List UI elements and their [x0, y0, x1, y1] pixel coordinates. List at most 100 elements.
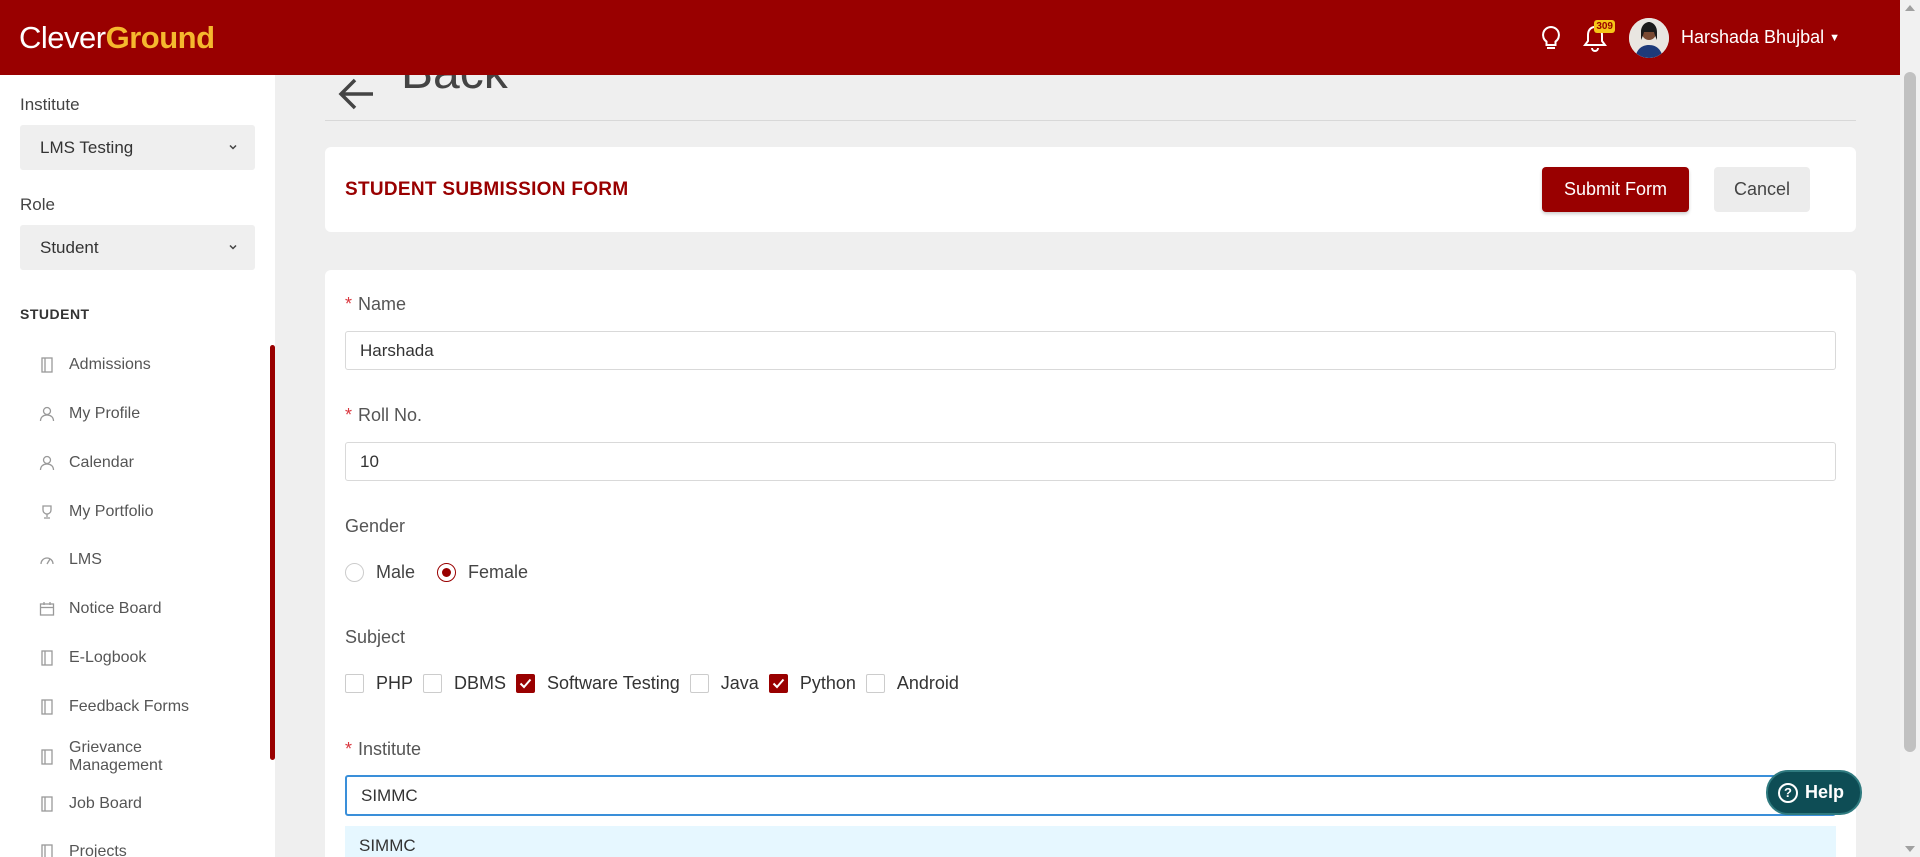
- role-select[interactable]: Student: [20, 225, 255, 270]
- user-icon: [38, 455, 55, 472]
- institute-field[interactable]: [345, 775, 1836, 816]
- caret-down-icon[interactable]: ▼: [1829, 32, 1840, 44]
- radio-male-label[interactable]: Male: [376, 562, 415, 583]
- lightbulb-icon[interactable]: [1533, 20, 1569, 56]
- sidebar-item-calendar[interactable]: Calendar: [38, 454, 134, 472]
- sidebar-section-title: STUDENT: [20, 306, 90, 322]
- book-icon: [38, 650, 55, 667]
- calendar-icon: [38, 601, 55, 618]
- sidebar-item-label-line2: Management: [69, 757, 163, 774]
- sidebar: Institute LMS Testing Role Student STUDE…: [0, 75, 275, 857]
- book-icon: [38, 749, 55, 766]
- checkbox-python-label[interactable]: Python: [800, 673, 856, 694]
- sidebar-item-notice-board[interactable]: Notice Board: [38, 600, 162, 618]
- sidebar-item-label: Notice Board: [69, 600, 162, 617]
- chevron-down-icon: [227, 138, 239, 158]
- checkbox-php-label[interactable]: PHP: [376, 673, 413, 694]
- subject-label: Subject: [345, 627, 406, 647]
- back-link[interactable]: Back: [401, 75, 508, 100]
- book-icon: [38, 844, 55, 857]
- checkbox-java[interactable]: [689, 674, 709, 693]
- checkbox-android[interactable]: [865, 674, 885, 693]
- checkbox-software-testing-label[interactable]: Software Testing: [547, 673, 680, 694]
- sidebar-item-feedback-forms[interactable]: Feedback Forms: [38, 698, 189, 716]
- back-arrow-icon[interactable]: [333, 75, 377, 119]
- page-scrollbar[interactable]: [1900, 0, 1920, 857]
- name-label-text: Name: [358, 294, 407, 314]
- checkbox-software-testing[interactable]: [516, 674, 536, 693]
- sidebar-item-label-line1: Grievance: [69, 739, 142, 756]
- checkmark-icon: [519, 678, 532, 689]
- required-marker: *: [345, 405, 353, 425]
- sidebar-item-lms[interactable]: LMS: [38, 551, 102, 569]
- checkbox-python[interactable]: [768, 674, 788, 693]
- required-marker: *: [345, 739, 353, 759]
- sidebar-item-label: Grievance Management: [69, 739, 162, 775]
- role-label: Role: [20, 195, 55, 214]
- help-button[interactable]: ? Help: [1766, 770, 1862, 815]
- role-select-value: Student: [40, 237, 99, 257]
- cancel-button[interactable]: Cancel: [1714, 167, 1810, 212]
- question-icon: ?: [1778, 782, 1798, 803]
- sidebar-item-grievance-management[interactable]: Grievance Management: [38, 739, 162, 775]
- name-field[interactable]: [345, 331, 1836, 370]
- sidebar-item-label: Projects: [69, 843, 127, 857]
- institute-select-value: LMS Testing: [40, 137, 134, 157]
- page-title: STUDENT SUBMISSION FORM: [345, 179, 629, 200]
- user-name[interactable]: Harshada Bhujbal: [1681, 27, 1824, 48]
- avatar[interactable]: [1629, 17, 1669, 58]
- sidebar-item-label: Job Board: [69, 795, 142, 812]
- roll-no-field[interactable]: [345, 442, 1836, 481]
- checkmark-icon: [772, 678, 785, 689]
- institute-field-label-text: Institute: [358, 739, 422, 759]
- logo[interactable]: CleverGround: [19, 20, 215, 56]
- scroll-up-arrow-icon[interactable]: [1905, 5, 1915, 11]
- gender-radio-group: Male Female: [345, 562, 550, 583]
- form-card: *Name *Roll No. Gender Male Female Subje…: [325, 270, 1856, 857]
- scrollbar-thumb[interactable]: [1904, 72, 1916, 752]
- book-icon: [38, 699, 55, 716]
- chevron-down-icon: [227, 238, 239, 258]
- book-icon: [38, 357, 55, 374]
- sidebar-item-admissions[interactable]: Admissions: [38, 356, 151, 374]
- sidebar-item-projects[interactable]: Projects: [38, 843, 127, 857]
- name-label: * Name: [345, 294, 406, 315]
- back-row: Back: [325, 75, 1856, 121]
- institute-field-label: * Institute: [345, 739, 421, 760]
- radio-male[interactable]: [345, 563, 364, 582]
- roll-label-text: Roll No.: [358, 405, 423, 425]
- sidebar-item-label: My Portfolio: [69, 503, 154, 520]
- radio-female-label[interactable]: Female: [468, 562, 528, 583]
- subject-checkbox-group: PHP DBMS Software Testing Java Python An…: [345, 673, 969, 694]
- sidebar-item-label: E-Logbook: [69, 649, 147, 666]
- sidebar-item-label: My Profile: [69, 405, 141, 422]
- submit-form-button[interactable]: Submit Form: [1542, 167, 1689, 212]
- sidebar-item-my-profile[interactable]: My Profile: [38, 405, 140, 423]
- sidebar-item-job-board[interactable]: Job Board: [38, 795, 142, 813]
- logo-text-clever: Clever: [19, 19, 106, 55]
- checkbox-java-label[interactable]: Java: [721, 673, 759, 694]
- checkbox-dbms[interactable]: [423, 674, 443, 693]
- sidebar-item-e-logbook[interactable]: E-Logbook: [38, 649, 146, 667]
- notification-bell-icon[interactable]: 309: [1577, 19, 1615, 56]
- sidebar-item-label: Calendar: [69, 454, 134, 471]
- user-icon: [38, 406, 55, 423]
- book-icon: [38, 796, 55, 813]
- sidebar-item-label: LMS: [69, 551, 102, 568]
- sidebar-item-my-portfolio[interactable]: My Portfolio: [38, 503, 153, 521]
- required-marker: *: [345, 294, 353, 314]
- sidebar-item-label: Feedback Forms: [69, 698, 190, 715]
- checkbox-dbms-label[interactable]: DBMS: [454, 673, 506, 694]
- sidebar-scrollbar[interactable]: [270, 345, 275, 760]
- scroll-down-arrow-icon[interactable]: [1905, 846, 1915, 852]
- logo-text-ground: Ground: [105, 19, 215, 55]
- notification-badge: 309: [1594, 19, 1615, 33]
- institute-select[interactable]: LMS Testing: [20, 125, 255, 170]
- sidebar-item-label: Admissions: [69, 356, 151, 373]
- institute-dropdown-option[interactable]: SIMMC: [345, 826, 1836, 857]
- checkbox-php[interactable]: [345, 674, 364, 693]
- checkbox-android-label[interactable]: Android: [897, 673, 959, 694]
- top-bar: CleverGround 309 Harshada Bhujbal ▼: [0, 0, 1900, 75]
- radio-female[interactable]: [437, 563, 457, 582]
- roll-label: * Roll No.: [345, 405, 422, 426]
